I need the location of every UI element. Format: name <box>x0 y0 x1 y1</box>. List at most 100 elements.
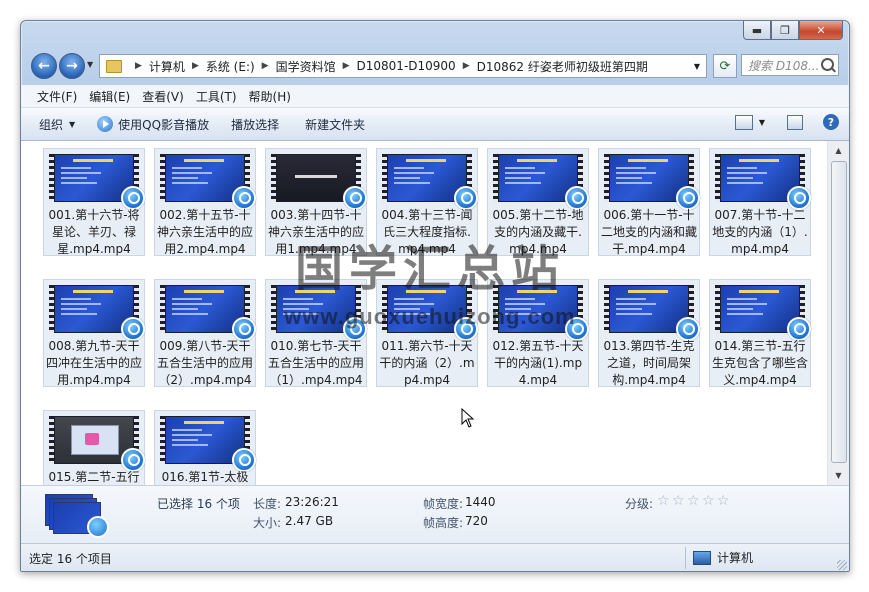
file-name: 006.第十一节-十二地支的内涵和藏干.mp4.mp4 <box>601 208 698 256</box>
file-item[interactable]: 009.第八节-天干五合生活中的应用（2）.mp4.mp4 <box>154 279 256 387</box>
file-item[interactable]: 008.第九节-天干四冲在生活中的应用.mp4.mp4 <box>43 279 145 387</box>
file-item[interactable]: 004.第十三节-闻氏三大程度指标.mp4.mp4 <box>376 148 478 256</box>
forward-arrow-icon: → <box>66 58 78 74</box>
file-item[interactable]: 006.第十一节-十二地支的内涵和藏干.mp4.mp4 <box>598 148 700 256</box>
rating-label: 分级: <box>625 497 654 511</box>
back-arrow-icon: ← <box>38 58 50 74</box>
address-dropdown-icon[interactable]: ▼ <box>694 62 700 71</box>
status-location: 计算机 <box>693 549 753 566</box>
frame-width-value: 1440 <box>465 495 496 509</box>
file-name: 009.第八节-天干五合生活中的应用（2）.mp4.mp4 <box>157 339 254 387</box>
view-dropdown-icon[interactable]: ▼ <box>759 118 765 127</box>
breadcrumb-item-current[interactable]: D10862 纡姿老师初级班第四期 <box>477 58 648 75</box>
scroll-up-icon[interactable]: ▲ <box>831 143 846 158</box>
file-item[interactable]: 015.第二节-五行 <box>43 410 145 485</box>
file-item[interactable]: 014.第三节-五行生克包含了哪些含义.mp4.mp4 <box>709 279 811 387</box>
minimize-button[interactable]: ▬ <box>743 21 771 40</box>
scroll-down-icon[interactable]: ▼ <box>831 468 846 483</box>
qq-player-icon <box>97 116 114 132</box>
star-icon[interactable]: ☆ <box>717 494 731 508</box>
star-icon[interactable]: ☆ <box>702 494 716 508</box>
length-label: 长度: <box>253 497 282 511</box>
file-item[interactable]: 011.第六节-十天干的内涵（2）.mp4.mp4 <box>376 279 478 387</box>
breadcrumb-item-library[interactable]: 国学资料馆 <box>276 58 336 75</box>
breadcrumb-separator-icon[interactable]: ▶ <box>343 61 350 71</box>
play-qq-label: 使用QQ影音播放 <box>118 117 210 132</box>
file-list[interactable]: 001.第十六节-将星论、羊刃、禄星.mp4.mp4 002.第十五节-十神六亲生… <box>21 141 827 485</box>
computer-icon <box>693 550 711 565</box>
preview-pane-icon[interactable] <box>787 114 803 130</box>
file-item[interactable]: 013.第四节-生克之道，时间局架构.mp4.mp4 <box>598 279 700 387</box>
forward-button[interactable]: → <box>59 53 85 79</box>
play-selection-button[interactable]: 播放选择 <box>231 116 279 133</box>
file-name: 011.第六节-十天干的内涵（2）.mp4.mp4 <box>379 339 475 387</box>
file-name: 016.第1节-太极 <box>161 470 249 484</box>
organize-button[interactable]: 组织 ▼ <box>39 116 75 133</box>
search-icon <box>821 58 834 71</box>
file-name: 003.第十四节-十神六亲生活中的应用1.mp4.mp4 <box>268 208 365 256</box>
resize-grip[interactable] <box>837 560 847 570</box>
file-item[interactable]: 012.第五节-十天干的内涵(1).mp4.mp4 <box>487 279 589 387</box>
size-value: 2.47 GB <box>285 514 334 528</box>
search-placeholder: 搜索 D108... <box>748 58 820 73</box>
breadcrumb-separator-icon[interactable]: ▶ <box>262 61 269 71</box>
address-bar[interactable]: ▶ 计算机 ▶ 系统 (E:) ▶ 国学资料馆 ▶ D10801-D10900 … <box>99 54 707 78</box>
vertical-scrollbar[interactable]: ▲ ▼ <box>827 141 849 485</box>
frame-height-label: 帧高度: <box>423 516 464 530</box>
status-divider <box>685 547 686 569</box>
length-value: 23:26:21 <box>285 495 339 509</box>
change-view-icon[interactable] <box>734 114 753 130</box>
refresh-button[interactable]: ⟳ <box>713 54 737 78</box>
help-icon[interactable]: ? <box>823 114 839 130</box>
file-name: 005.第十二节-地支的内涵及藏干.mp4.mp4 <box>492 208 584 256</box>
breadcrumb-item-range[interactable]: D10801-D10900 <box>357 59 456 73</box>
star-icon[interactable]: ☆ <box>672 494 686 508</box>
breadcrumb-separator-icon[interactable]: ▶ <box>192 61 199 71</box>
file-name: 004.第十三节-闻氏三大程度指标.mp4.mp4 <box>381 208 473 256</box>
play-with-qq-button[interactable]: 使用QQ影音播放 <box>97 116 209 133</box>
breadcrumb-separator-icon[interactable]: ▶ <box>135 61 142 71</box>
file-item[interactable]: 005.第十二节-地支的内涵及藏干.mp4.mp4 <box>487 148 589 256</box>
menu-file[interactable]: 文件(F) <box>37 88 77 105</box>
new-folder-button[interactable]: 新建文件夹 <box>305 116 365 133</box>
file-item[interactable]: 003.第十四节-十神六亲生活中的应用1.mp4.mp4 <box>265 148 367 256</box>
back-button[interactable]: ← <box>31 53 57 79</box>
file-name: 015.第二节-五行 <box>48 470 140 484</box>
star-icon[interactable]: ☆ <box>687 494 701 508</box>
file-item[interactable]: 010.第七节-天干五合生活中的应用（1）.mp4.mp4 <box>265 279 367 387</box>
status-selection: 选定 16 个项目 <box>29 552 112 566</box>
selection-stack-thumbnail <box>45 494 109 538</box>
file-item[interactable]: 007.第十节-十二地支的内涵（1）.mp4.mp4 <box>709 148 811 256</box>
file-item[interactable]: 001.第十六节-将星论、羊刃、禄星.mp4.mp4 <box>43 148 145 256</box>
menu-view[interactable]: 查看(V) <box>142 88 184 105</box>
refresh-icon: ⟳ <box>719 58 731 74</box>
chevron-down-icon: ▼ <box>69 119 76 129</box>
menu-bar: 文件(F) 编辑(E) 查看(V) 工具(T) 帮助(H) <box>21 85 849 108</box>
star-icon[interactable]: ☆ <box>657 494 671 508</box>
breadcrumb-item-drive[interactable]: 系统 (E:) <box>206 58 255 75</box>
breadcrumb-separator-icon[interactable]: ▶ <box>463 61 470 71</box>
caption-buttons: ▬ ❐ ✕ <box>743 21 843 40</box>
play-selection-label: 播放选择 <box>231 117 280 132</box>
menu-edit[interactable]: 编辑(E) <box>89 88 130 105</box>
recent-pages-dropdown[interactable]: ▼ <box>87 60 93 69</box>
breadcrumb-item-computer[interactable]: 计算机 <box>149 58 185 75</box>
scrollbar-thumb[interactable] <box>831 161 847 463</box>
file-item[interactable]: 002.第十五节-十神六亲生活中的应用2.mp4.mp4 <box>154 148 256 256</box>
rating-stars[interactable]: ☆ ☆ ☆ ☆ ☆ <box>657 494 732 508</box>
size-label: 大小: <box>253 516 282 530</box>
status-bar: 选定 16 个项目 计算机 <box>21 543 849 571</box>
maximize-button[interactable]: ❐ <box>771 21 799 40</box>
navigation-row: ← → ▼ ▶ 计算机 ▶ 系统 (E:) ▶ 国学资料馆 ▶ D10801-D… <box>29 51 841 81</box>
file-name: 007.第十节-十二地支的内涵（1）.mp4.mp4 <box>712 208 808 256</box>
frame-height-value: 720 <box>465 514 488 528</box>
breadcrumb: ▶ 计算机 ▶ 系统 (E:) ▶ 国学资料馆 ▶ D10801-D10900 … <box>128 58 648 75</box>
file-item[interactable]: 016.第1节-太极 <box>154 410 256 485</box>
search-input[interactable]: 搜索 D108... <box>741 54 839 76</box>
menu-help[interactable]: 帮助(H) <box>249 88 291 105</box>
menu-tools[interactable]: 工具(T) <box>196 88 237 105</box>
status-location-label: 计算机 <box>717 551 754 565</box>
close-button[interactable]: ✕ <box>799 21 843 40</box>
file-name: 012.第五节-十天干的内涵(1).mp4.mp4 <box>492 339 584 387</box>
folder-icon <box>106 59 122 73</box>
